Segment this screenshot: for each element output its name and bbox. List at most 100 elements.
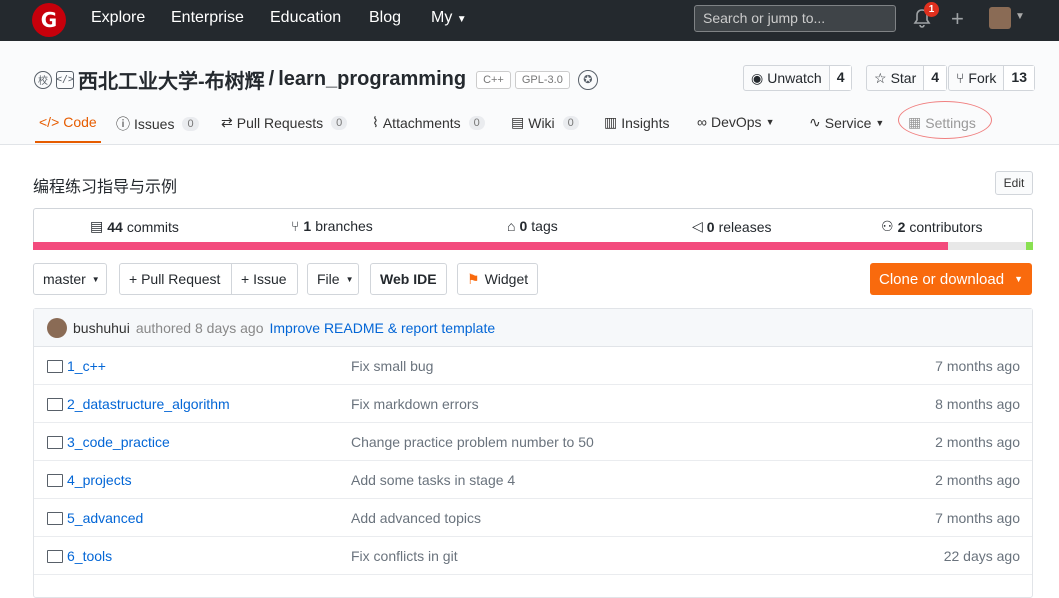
watch-count[interactable]: 4 <box>828 66 852 90</box>
search-input[interactable]: Search or jump to... <box>694 5 896 32</box>
file-age: 22 days ago <box>943 548 1020 564</box>
pulse-icon: ∿ <box>809 114 821 130</box>
bookmark-icon: ⚑ <box>467 270 480 287</box>
folder-icon <box>47 511 63 525</box>
file-age: 7 months ago <box>935 358 1020 374</box>
file-age: 8 months ago <box>935 396 1020 412</box>
repo-separator: / <box>268 68 275 90</box>
repo-header: 校 </> 西北工业大学-布树辉 / learn_programming C++… <box>0 41 1059 145</box>
file-name-link[interactable]: 4_projects <box>47 472 132 488</box>
nav-explore[interactable]: Explore <box>91 9 145 27</box>
branch-select[interactable]: master ▼ <box>33 263 107 295</box>
file-age: 2 months ago <box>935 434 1020 450</box>
latest-commit-bar: bushuhui authored 8 days ago Improve REA… <box>34 309 1032 347</box>
nav-enterprise[interactable]: Enterprise <box>171 9 244 27</box>
release-icon: ◁ <box>692 218 703 234</box>
new-issue-button[interactable]: + Issue <box>231 263 298 295</box>
commit-author-link[interactable]: bushuhui <box>73 320 130 336</box>
widget-button[interactable]: ⚑ Widget <box>457 263 538 295</box>
plus-icon[interactable]: + <box>951 6 964 32</box>
star-icon: ☆ <box>874 69 887 86</box>
file-commit-message[interactable]: Change practice problem number to 50 <box>351 434 594 450</box>
code-icon: </> <box>39 114 60 130</box>
table-row[interactable]: 4_projects Add some tasks in stage 4 2 mon… <box>34 461 1032 499</box>
file-commit-message[interactable]: Fix small bug <box>351 358 433 374</box>
tab-devops[interactable]: ∞ DevOps ▼ <box>697 114 774 130</box>
language-segment[interactable] <box>33 242 948 250</box>
issue-icon: ⓘ <box>116 116 130 132</box>
file-commit-message[interactable]: Fix markdown errors <box>351 396 479 412</box>
tab-insights[interactable]: ▥ Insights <box>604 114 669 131</box>
tab-wiki[interactable]: ▤ Wiki 0 <box>511 114 579 131</box>
table-row[interactable]: 2_datastructure_algorithm Fix markdown er… <box>34 385 1032 423</box>
folder-icon <box>47 549 63 563</box>
language-bar[interactable] <box>33 242 1033 250</box>
commit-message-link[interactable]: Improve README & report template <box>269 320 495 336</box>
gitee-logo[interactable]: G <box>32 3 66 37</box>
book-icon: ▤ <box>511 114 525 130</box>
star-count[interactable]: 4 <box>923 66 947 90</box>
file-name-link[interactable]: 3_code_practice <box>47 434 170 450</box>
tab-code[interactable]: </> Code <box>35 114 101 143</box>
award-icon[interactable]: ✪ <box>577 69 598 90</box>
language-segment[interactable] <box>948 242 1026 250</box>
file-name-link[interactable]: 6_tools <box>47 548 112 564</box>
new-pull-request-button[interactable]: + Pull Request <box>119 263 232 295</box>
file-name-link[interactable]: 1_c++ <box>47 358 106 374</box>
notification-badge: 1 <box>924 2 939 17</box>
avatar[interactable] <box>989 7 1011 29</box>
avatar[interactable] <box>47 317 67 338</box>
fork-button[interactable]: ⑂ Fork 13 <box>948 65 1035 91</box>
table-row[interactable]: 6_tools Fix conflicts in git 22 days ago <box>34 537 1032 575</box>
clone-download-button[interactable]: Clone or download ▼ <box>870 263 1032 295</box>
table-row[interactable]: 3_code_practice Change practice problem n… <box>34 423 1032 461</box>
table-row[interactable]: 5_advanced Add advanced topics 7 months ag… <box>34 499 1032 537</box>
nav-my[interactable]: My ▼ <box>431 9 467 27</box>
language-tag[interactable]: C++ <box>476 70 511 89</box>
commits-link[interactable]: ▤ 44 commits <box>90 218 179 235</box>
branches-link[interactable]: ⑂ 1 branches <box>291 218 373 234</box>
file-commit-message[interactable]: Add some tasks in stage 4 <box>351 472 515 488</box>
web-ide-button[interactable]: Web IDE <box>370 263 447 295</box>
file-age: 7 months ago <box>935 510 1020 526</box>
license-tag[interactable]: GPL-3.0 <box>514 70 570 89</box>
tab-pull-requests[interactable]: ⇄ Pull Requests 0 <box>221 114 348 131</box>
chevron-down-icon: ▼ <box>1014 274 1023 284</box>
releases-link[interactable]: ◁ 0 releases <box>692 218 772 235</box>
folder-icon <box>47 473 63 487</box>
tab-issues[interactable]: ⓘ Issues 0 <box>116 114 199 134</box>
branch-icon: ⑂ <box>291 218 300 234</box>
edit-description-button[interactable]: Edit <box>995 171 1033 195</box>
repo-title: 校 </> 西北工业大学-布树辉 / learn_programming C++… <box>34 65 598 94</box>
paperclip-icon: ⌇ <box>372 114 379 130</box>
nav-education[interactable]: Education <box>270 9 341 27</box>
commit-time: authored 8 days ago <box>135 319 264 336</box>
file-name-link[interactable]: 2_datastructure_algorithm <box>47 396 230 412</box>
school-icon: 校 <box>34 70 52 89</box>
pull-request-icon: ⇄ <box>221 114 233 130</box>
repo-description: 编程练习指导与示例 <box>33 179 178 196</box>
repo-name-link[interactable]: learn_programming <box>278 68 466 91</box>
top-navbar: G Explore Enterprise Education Blog My ▼… <box>0 0 1059 41</box>
fork-count[interactable]: 13 <box>1003 66 1034 90</box>
language-segment[interactable] <box>1026 242 1033 250</box>
repo-owner-link[interactable]: 西北工业大学-布树辉 <box>78 65 265 94</box>
file-commit-message[interactable]: Fix conflicts in git <box>351 548 458 564</box>
star-button[interactable]: ☆ Star 4 <box>866 65 948 91</box>
file-commit-message[interactable]: Add advanced topics <box>351 510 481 526</box>
graph-icon: ▥ <box>604 114 618 130</box>
contributors-link[interactable]: ⚇ 2 contributors <box>881 218 983 235</box>
tags-link[interactable]: ⌂ 0 tags <box>507 218 558 234</box>
tab-service[interactable]: ∿ Service ▼ <box>809 114 884 131</box>
folder-icon <box>47 435 63 449</box>
unwatch-button[interactable]: ◉ Unwatch 4 <box>743 65 853 91</box>
settings-highlight-annotation <box>898 101 992 139</box>
file-menu-button[interactable]: File ▼ <box>307 263 359 295</box>
folder-icon <box>47 397 63 411</box>
chevron-down-icon[interactable]: ▼ <box>1015 11 1025 22</box>
file-name-link[interactable]: 5_advanced <box>47 510 143 526</box>
table-row[interactable]: 1_c++ Fix small bug 7 months ago <box>34 347 1032 385</box>
tab-attachments[interactable]: ⌇ Attachments 0 <box>372 114 485 131</box>
nav-blog[interactable]: Blog <box>369 9 401 27</box>
file-list: bushuhui authored 8 days ago Improve REA… <box>33 308 1033 598</box>
